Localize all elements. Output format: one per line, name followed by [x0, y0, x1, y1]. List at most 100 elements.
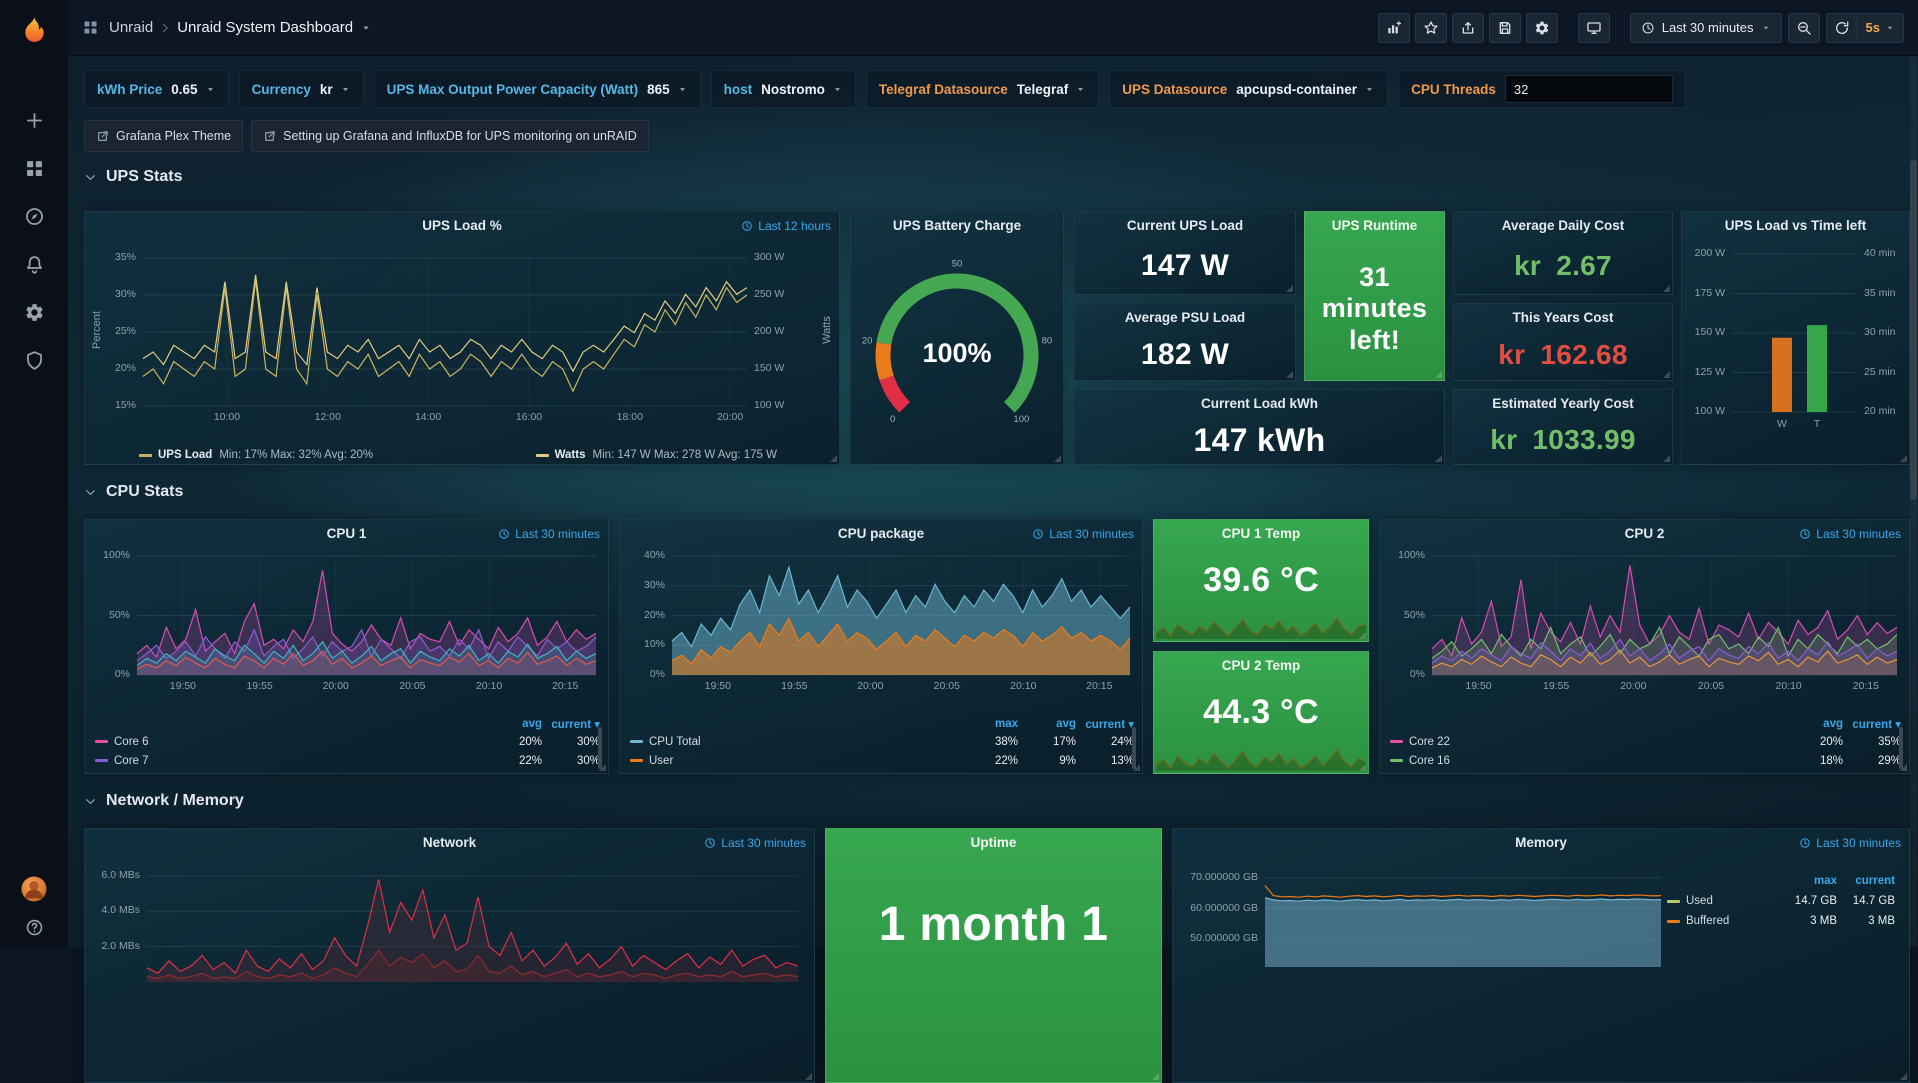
cpu1-chart[interactable]: 100%50%0%19:5019:5520:0020:0520:1020:15a… — [85, 546, 608, 773]
panel-title[interactable]: This Years Cost — [1454, 304, 1672, 330]
save-dashboard-button[interactable] — [1489, 13, 1521, 43]
sidebar-item-create[interactable] — [0, 96, 68, 144]
sidebar-item-help[interactable] — [25, 918, 44, 937]
breadcrumb-dashboard-title[interactable]: Unraid System Dashboard — [177, 19, 353, 36]
sidebar-item-configuration[interactable] — [0, 288, 68, 336]
panel-title[interactable]: Current Load kWh — [1075, 390, 1444, 416]
sidebar-item-profile[interactable] — [19, 874, 49, 904]
legend-series-name[interactable]: Core 16 — [1409, 755, 1450, 767]
legend-series-name[interactable]: Used — [1686, 895, 1713, 907]
legend-column-header[interactable]: max — [960, 718, 1018, 730]
legend-series-name[interactable]: Watts — [555, 449, 586, 461]
ups-battery-gauge[interactable]: 0205080100100% — [851, 238, 1063, 464]
panel-title[interactable]: UPS Runtime — [1305, 212, 1444, 238]
legend-column-header[interactable]: avg — [1018, 718, 1076, 730]
legend-column-header[interactable]: current — [1837, 875, 1895, 887]
legend-scrollbar[interactable] — [598, 727, 602, 769]
panel-title[interactable]: Estimated Yearly Cost — [1454, 390, 1672, 416]
breadcrumb-folder[interactable]: Unraid — [109, 19, 153, 36]
legend-item[interactable]: WattsMin: 147 W Max: 278 W Avg: 175 W — [536, 449, 777, 461]
ups-load-vs-time-chart[interactable]: 200 W40 min175 W35 min150 W30 min125 W25… — [1682, 238, 1909, 464]
legend-series-name[interactable]: Core 6 — [114, 736, 149, 748]
dashboard-link[interactable]: Grafana Plex Theme — [84, 120, 243, 152]
panel-title[interactable]: UPS Battery Charge — [851, 212, 1063, 238]
dashboard-link[interactable]: Setting up Grafana and InfluxDB for UPS … — [251, 120, 649, 152]
caret-down-icon — [1885, 23, 1895, 33]
legend-column-header[interactable]: avg — [1785, 718, 1843, 730]
dashboard-settings-button[interactable] — [1526, 13, 1558, 43]
mark-favorite-button[interactable] — [1415, 13, 1447, 43]
sidebar-item-server-admin[interactable] — [0, 336, 68, 384]
zoom-out-button[interactable] — [1788, 13, 1820, 43]
cycle-view-button[interactable] — [1578, 13, 1610, 43]
dashboard-dropdown-caret-icon[interactable] — [360, 22, 372, 34]
panel-title[interactable]: UPS Load % — [85, 212, 839, 238]
variable-value-dropdown[interactable]: kr — [320, 82, 351, 97]
legend-series-name[interactable]: UPS Load — [158, 449, 212, 461]
x-axis-tick: 16:00 — [504, 411, 554, 423]
legend-series-name[interactable]: Core 7 — [114, 755, 149, 767]
section-ups-stats[interactable]: UPS Stats — [84, 168, 182, 186]
variable-value-dropdown[interactable]: 865 — [647, 82, 688, 97]
legend-column-header[interactable]: current ▾ — [542, 717, 600, 731]
share-dashboard-button[interactable] — [1452, 13, 1484, 43]
panel-title[interactable]: Uptime — [826, 829, 1161, 855]
panel-title[interactable]: Current UPS Load — [1075, 212, 1295, 238]
external-link-icon — [96, 130, 109, 143]
cpu2-chart[interactable]: 100%50%0%19:5019:5520:0020:0520:1020:15a… — [1380, 546, 1909, 773]
legend-series-name[interactable]: Buffered — [1686, 915, 1729, 927]
y-axis-tick: 200 W — [754, 325, 784, 337]
stat-value: 39.6 °C — [1154, 546, 1368, 615]
variable-value-dropdown[interactable]: Nostromo — [761, 82, 843, 97]
variable-value-dropdown[interactable]: 0.65 — [171, 82, 215, 97]
legend-scrollbar[interactable] — [1899, 727, 1903, 769]
legend-series-name[interactable]: Core 22 — [1409, 736, 1450, 748]
network-chart[interactable]: 6.0 MBs4.0 MBs2.0 MBs — [85, 855, 814, 1082]
x-axis-tick: 20:00 — [311, 680, 361, 692]
panel-title[interactable]: CPU 1 Temp — [1154, 520, 1368, 546]
memory-chart[interactable]: 70.000000 GB60.000000 GB50.000000 GBmaxc… — [1173, 855, 1909, 1082]
time-range-picker[interactable]: Last 30 minutes — [1630, 13, 1782, 43]
page-scrollbar[interactable] — [1910, 56, 1917, 947]
legend-column-header[interactable]: avg — [484, 718, 542, 730]
x-axis-tick: 20:15 — [540, 680, 590, 692]
legend-scrollbar[interactable] — [1132, 727, 1136, 769]
refresh-interval-button[interactable]: 5s — [1858, 13, 1904, 43]
y-axis-tick: 35 min — [1864, 287, 1896, 299]
apps-icon — [24, 158, 45, 179]
panel-uptime: Uptime 1 month 1 — [825, 828, 1162, 1083]
refresh-button[interactable] — [1826, 13, 1858, 43]
y-axis-tick: 40% — [620, 549, 665, 561]
legend-column-header[interactable]: max — [1779, 875, 1837, 887]
grafana-flame-icon — [15, 12, 53, 50]
section-cpu-stats[interactable]: CPU Stats — [84, 483, 183, 501]
grafana-logo[interactable] — [0, 0, 68, 62]
legend-column-header[interactable]: current ▾ — [1843, 717, 1901, 731]
legend-series-name[interactable]: CPU Total — [649, 736, 701, 748]
stat-value: 31 minutes left! — [1305, 238, 1444, 380]
sidebar — [0, 0, 68, 947]
add-panel-button[interactable] — [1378, 13, 1410, 43]
sidebar-item-alerting[interactable] — [0, 240, 68, 288]
cpu-package-chart[interactable]: 40%30%20%10%0%19:5019:5520:0020:0520:102… — [620, 546, 1142, 773]
sidebar-item-explore[interactable] — [0, 192, 68, 240]
legend-series-dash — [95, 740, 108, 743]
variable-value-dropdown[interactable]: apcupsd-container — [1236, 82, 1375, 97]
ups-load-chart[interactable]: 35%30%25%20%15%300 W250 W200 W150 W100 W… — [85, 238, 839, 464]
compass-icon — [24, 206, 45, 227]
panel-title[interactable]: CPU 2 Temp — [1154, 652, 1368, 678]
panel-title[interactable]: Average Daily Cost — [1454, 212, 1672, 238]
caret-down-icon — [205, 84, 216, 95]
panel-title[interactable]: Average PSU Load — [1075, 304, 1295, 330]
legend-value: 20% — [1785, 736, 1843, 748]
variable-input[interactable] — [1505, 75, 1673, 103]
section-network-memory[interactable]: Network / Memory — [84, 792, 244, 810]
sidebar-item-dashboards[interactable] — [0, 144, 68, 192]
variable-value-dropdown[interactable]: Telegraf — [1017, 82, 1087, 97]
legend-column-header[interactable]: current ▾ — [1076, 717, 1134, 731]
scrollbar-thumb[interactable] — [1910, 160, 1917, 500]
legend-item[interactable]: UPS LoadMin: 17% Max: 32% Avg: 20% — [139, 449, 373, 461]
chart-legend: avgcurrent ▾Core 620%30%Core 722%30% — [95, 715, 600, 770]
legend-series-name[interactable]: User — [649, 755, 673, 767]
panel-title[interactable]: UPS Load vs Time left — [1682, 212, 1909, 238]
